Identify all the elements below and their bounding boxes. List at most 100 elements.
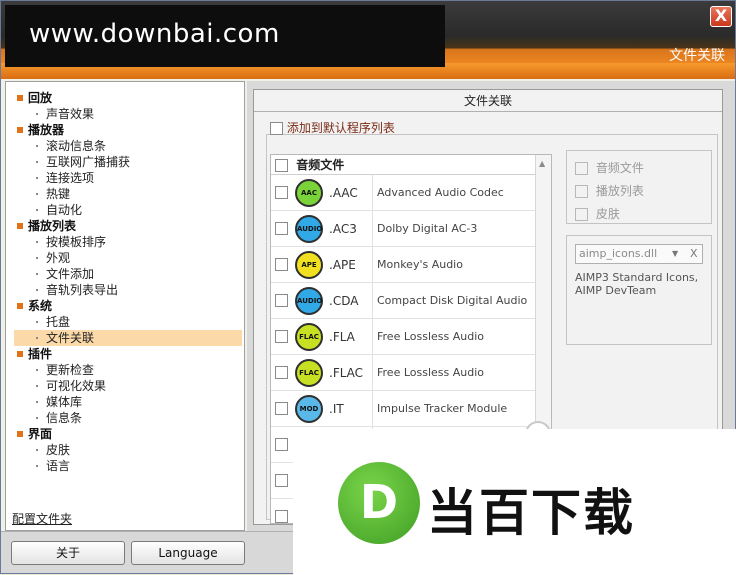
option-playlist-label: 播放列表 (595, 184, 644, 198)
tree-item[interactable]: 媒体库 (14, 394, 242, 410)
tree-item[interactable]: 更新检查 (14, 362, 242, 378)
file-description: Free Lossless Audio (377, 366, 485, 379)
file-type-checkbox[interactable] (275, 330, 288, 343)
tree-item[interactable]: 文件添加 (14, 266, 242, 282)
tree-category[interactable]: 回放 (14, 90, 242, 106)
format-icon: APE (295, 251, 323, 279)
option-playlist-checkbox[interactable] (575, 185, 588, 198)
icon-set-info: AIMP3 Standard Icons, AIMP DevTeam (575, 271, 699, 297)
tree-item[interactable]: 连接选项 (14, 170, 242, 186)
logo-icon: D (338, 462, 420, 544)
file-type-row[interactable]: MOD .IT Impulse Tracker Module (271, 391, 535, 427)
file-type-checkbox[interactable] (275, 510, 288, 523)
tree-item[interactable]: 音轨列表导出 (14, 282, 242, 298)
tree-item[interactable]: 文件关联 (14, 330, 242, 346)
file-extension: .FLAC (329, 355, 373, 391)
header-title: 文件关联 (669, 48, 725, 64)
icon-set-group: aimp_icons.dll ▼ X AIMP3 Standard Icons,… (566, 235, 712, 345)
config-folder-link[interactable]: 配置文件夹 (12, 510, 72, 527)
app-window: www.downbai.com X 文件关联 回放 声音效果 播放器 滚动信息条 互联网… (0, 0, 736, 575)
option-playlist[interactable]: 播放列表 (575, 182, 644, 199)
file-type-row[interactable]: APE .APE Monkey's Audio (271, 247, 535, 283)
file-extension: .AC3 (329, 211, 373, 247)
tree-category[interactable]: 系统 (14, 298, 242, 314)
close-icon: X (714, 6, 728, 25)
file-type-checkbox[interactable] (275, 186, 288, 199)
tree-item[interactable]: 信息条 (14, 410, 242, 426)
file-type-checkbox[interactable] (275, 474, 288, 487)
format-icon: AAC (295, 179, 323, 207)
settings-tree: 回放 声音效果 播放器 滚动信息条 互联网广播捕获 连接选项 热键 自动化 播放列表 按模板排序外… (14, 90, 242, 474)
tree-category[interactable]: 界面 (14, 426, 242, 442)
option-skin-label: 皮肤 (595, 207, 620, 221)
file-type-checkbox[interactable] (275, 402, 288, 415)
default-program-option[interactable]: 添加到默认程序列表 (270, 119, 395, 136)
option-skin[interactable]: 皮肤 (575, 205, 620, 222)
tree-item[interactable]: 互联网广播捕获 (14, 154, 242, 170)
language-button[interactable]: Language (131, 541, 245, 565)
icon-set-select[interactable]: aimp_icons.dll ▼ X (575, 244, 703, 264)
chevron-down-icon[interactable]: ▼ (672, 245, 678, 263)
logo-watermark: D 当百下载 (293, 429, 736, 575)
file-type-checkbox[interactable] (275, 222, 288, 235)
association-options: 音频文件 播放列表 皮肤 (566, 150, 712, 224)
file-extension: .IT (329, 391, 373, 427)
format-icon: FLAC (295, 323, 323, 351)
file-type-checkbox[interactable] (275, 366, 288, 379)
tree-item[interactable]: 可视化效果 (14, 378, 242, 394)
tree-item[interactable]: 语言 (14, 458, 242, 474)
file-type-row[interactable]: AUDIO .AC3 Dolby Digital AC-3 (271, 211, 535, 247)
file-extension: .FLA (329, 319, 373, 355)
file-type-row[interactable]: FLAC .FLA Free Lossless Audio (271, 319, 535, 355)
file-description: Impulse Tracker Module (377, 402, 508, 415)
site-watermark-text: www.downbai.com (29, 19, 280, 49)
file-type-row[interactable]: AUDIO .CDA Compact Disk Digital Audio (271, 283, 535, 319)
clear-icon[interactable]: X (690, 245, 698, 263)
format-icon: AUDIO (295, 215, 323, 243)
tree-category[interactable]: 播放器 (14, 122, 242, 138)
default-program-label: 添加到默认程序列表 (286, 121, 395, 135)
file-type-row[interactable]: AAC .AAC Advanced Audio Codec (271, 175, 535, 211)
close-button[interactable]: X (710, 6, 732, 27)
file-type-row[interactable]: FLAC .FLAC Free Lossless Audio (271, 355, 535, 391)
file-description: Dolby Digital AC-3 (377, 222, 478, 235)
about-button[interactable]: 关于 (11, 541, 125, 565)
file-type-checkbox[interactable] (275, 294, 288, 307)
tree-item[interactable]: 声音效果 (14, 106, 242, 122)
list-header-label: 音频文件 (296, 158, 345, 172)
list-header[interactable]: 音频文件 (271, 155, 535, 175)
tree-item[interactable]: 自动化 (14, 202, 242, 218)
option-audio-files[interactable]: 音频文件 (575, 159, 644, 176)
tree-item[interactable]: 按模板排序 (14, 234, 242, 250)
file-extension: .APE (329, 247, 373, 283)
format-icon: FLAC (295, 359, 323, 387)
file-type-checkbox[interactable] (275, 258, 288, 271)
tree-category[interactable]: 播放列表 (14, 218, 242, 234)
tree-item[interactable]: 托盘 (14, 314, 242, 330)
icon-set-value: aimp_icons.dll (579, 247, 658, 260)
panel-title: 文件关联 (254, 90, 722, 112)
option-audio-checkbox[interactable] (575, 162, 588, 175)
scroll-up-icon[interactable]: ▲ (539, 159, 545, 168)
tree-item[interactable]: 皮肤 (14, 442, 242, 458)
site-watermark: www.downbai.com (5, 5, 445, 67)
logo-text: 当百下载 (427, 484, 635, 542)
tree-item[interactable]: 外观 (14, 250, 242, 266)
format-icon: MOD (295, 395, 323, 423)
settings-tree-panel: 回放 声音效果 播放器 滚动信息条 互联网广播捕获 连接选项 热键 自动化 播放列表 按模板排序外… (5, 81, 245, 531)
tree-item[interactable]: 滚动信息条 (14, 138, 242, 154)
default-program-checkbox[interactable] (270, 122, 283, 135)
tree-category[interactable]: 插件 (14, 346, 242, 362)
file-description: Monkey's Audio (377, 258, 463, 271)
format-icon: AUDIO (295, 287, 323, 315)
file-description: Compact Disk Digital Audio (377, 294, 528, 307)
tree-item[interactable]: 热键 (14, 186, 242, 202)
title-bar: www.downbai.com X 文件关联 (1, 1, 735, 79)
option-skin-checkbox[interactable] (575, 208, 588, 221)
file-extension: .AAC (329, 175, 373, 211)
file-type-checkbox[interactable] (275, 438, 288, 451)
option-audio-label: 音频文件 (595, 161, 644, 175)
select-all-checkbox[interactable] (275, 159, 288, 172)
file-extension: .CDA (329, 283, 373, 319)
file-description: Free Lossless Audio (377, 330, 485, 343)
